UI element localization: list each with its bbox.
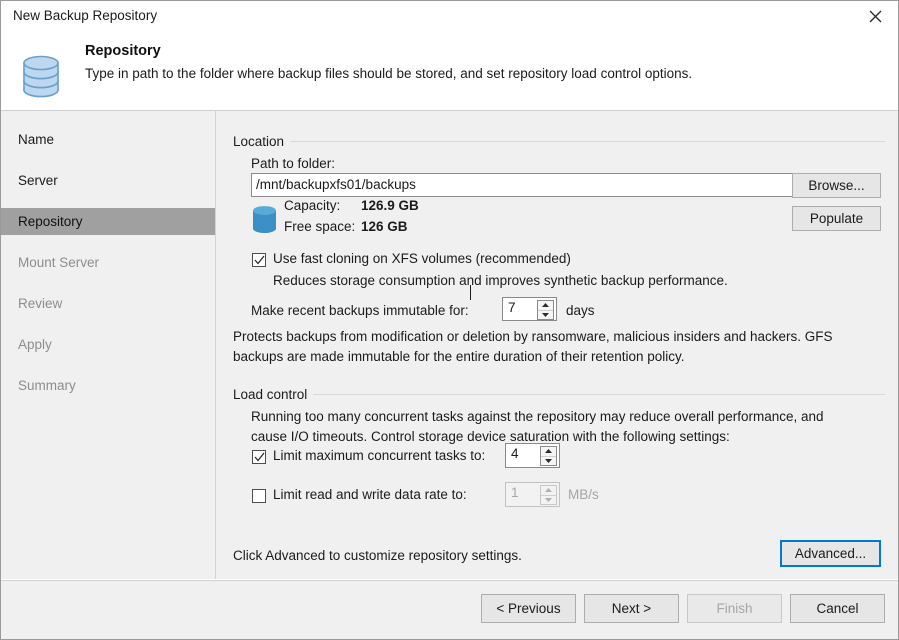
new-backup-repository-dialog: New Backup Repository Repository Type in…: [0, 0, 899, 640]
load-control-hint-line-1: Running too many concurrent tasks agains…: [251, 409, 824, 424]
immutable-hint-line-1: Protects backups from modification or de…: [233, 329, 833, 344]
spin-up-icon[interactable]: [541, 447, 556, 456]
data-rate-stepper: 1: [505, 482, 560, 507]
finish-button: Finish: [687, 594, 782, 623]
path-to-folder-input[interactable]: /mnt/backupxfs01/backups: [251, 173, 816, 197]
sidebar-item-mount-server[interactable]: Mount Server: [1, 249, 215, 276]
close-icon[interactable]: [852, 1, 898, 31]
spin-down-icon[interactable]: [541, 455, 556, 466]
window-title: New Backup Repository: [13, 8, 158, 23]
location-group-label: Location: [233, 134, 291, 149]
path-to-folder-label: Path to folder:: [251, 156, 336, 171]
next-button[interactable]: Next >: [584, 594, 679, 623]
fast-cloning-checkbox[interactable]: [252, 253, 266, 267]
concurrent-tasks-spin-buttons[interactable]: [540, 446, 557, 466]
cancel-button[interactable]: Cancel: [790, 594, 885, 623]
database-icon: [250, 203, 279, 238]
fast-cloning-label[interactable]: Use fast cloning on XFS volumes (recomme…: [273, 251, 571, 266]
free-space-label: Free space:: [284, 219, 356, 234]
load-control-group-divider: [233, 394, 885, 395]
page-subtitle: Type in path to the folder where backup …: [85, 66, 693, 81]
location-group-divider: [233, 141, 885, 142]
limit-data-rate-checkbox[interactable]: [252, 489, 266, 503]
sidebar-item-review[interactable]: Review: [1, 290, 215, 317]
spin-down-icon: [541, 494, 556, 505]
free-space-value: 126 GB: [361, 219, 408, 234]
previous-button[interactable]: < Previous: [481, 594, 576, 623]
sidebar-item-name[interactable]: Name: [1, 126, 215, 153]
load-control-group-label: Load control: [233, 387, 314, 402]
advanced-button[interactable]: Advanced...: [780, 540, 881, 567]
immutable-hint-line-2: backups are made immutable for the entir…: [233, 349, 685, 364]
dialog-header: Repository Type in path to the folder wh…: [1, 32, 898, 111]
fast-cloning-hint: Reduces storage consumption and improves…: [273, 273, 728, 288]
immutable-days-value: 7: [508, 300, 516, 315]
wizard-steps-sidebar: Name Server Repository Mount Server Revi…: [1, 111, 216, 579]
limit-data-rate-label[interactable]: Limit read and write data rate to:: [273, 487, 467, 502]
spin-up-icon[interactable]: [538, 301, 553, 310]
limit-concurrent-tasks-label[interactable]: Limit maximum concurrent tasks to:: [273, 448, 485, 463]
sidebar-item-repository[interactable]: Repository: [1, 208, 215, 235]
capacity-label: Capacity:: [284, 198, 341, 213]
sidebar-item-server[interactable]: Server: [1, 167, 215, 194]
dialog-body: Name Server Repository Mount Server Revi…: [1, 111, 898, 580]
spin-up-icon: [541, 486, 556, 495]
data-rate-units: MB/s: [568, 487, 599, 502]
limit-concurrent-tasks-checkbox[interactable]: [252, 450, 266, 464]
browse-button[interactable]: Browse...: [792, 173, 881, 198]
page-title: Repository: [85, 43, 161, 59]
sidebar-item-summary[interactable]: Summary: [1, 372, 215, 399]
concurrent-tasks-stepper[interactable]: 4: [505, 443, 560, 468]
concurrent-tasks-value: 4: [511, 446, 519, 461]
immutable-period-label: Make recent backups immutable for:: [251, 303, 469, 318]
title-bar: New Backup Repository: [1, 1, 898, 32]
spin-down-icon[interactable]: [538, 309, 553, 320]
database-repository-icon: [17, 48, 65, 100]
dialog-footer: < Previous Next > Finish Cancel: [1, 580, 898, 639]
sidebar-item-apply[interactable]: Apply: [1, 331, 215, 358]
advanced-hint: Click Advanced to customize repository s…: [233, 548, 522, 563]
repository-settings-panel: Location Path to folder: /mnt/backupxfs0…: [216, 111, 898, 579]
immutable-days-units: days: [566, 303, 595, 318]
populate-button[interactable]: Populate: [792, 206, 881, 231]
data-rate-spin-buttons: [540, 485, 557, 505]
immutable-days-spin-buttons[interactable]: [537, 300, 554, 320]
load-control-hint-line-2: cause I/O timeouts. Control storage devi…: [251, 429, 730, 444]
immutable-days-stepper[interactable]: 7: [502, 297, 557, 321]
capacity-value: 126.9 GB: [361, 198, 419, 213]
data-rate-value: 1: [511, 485, 519, 500]
